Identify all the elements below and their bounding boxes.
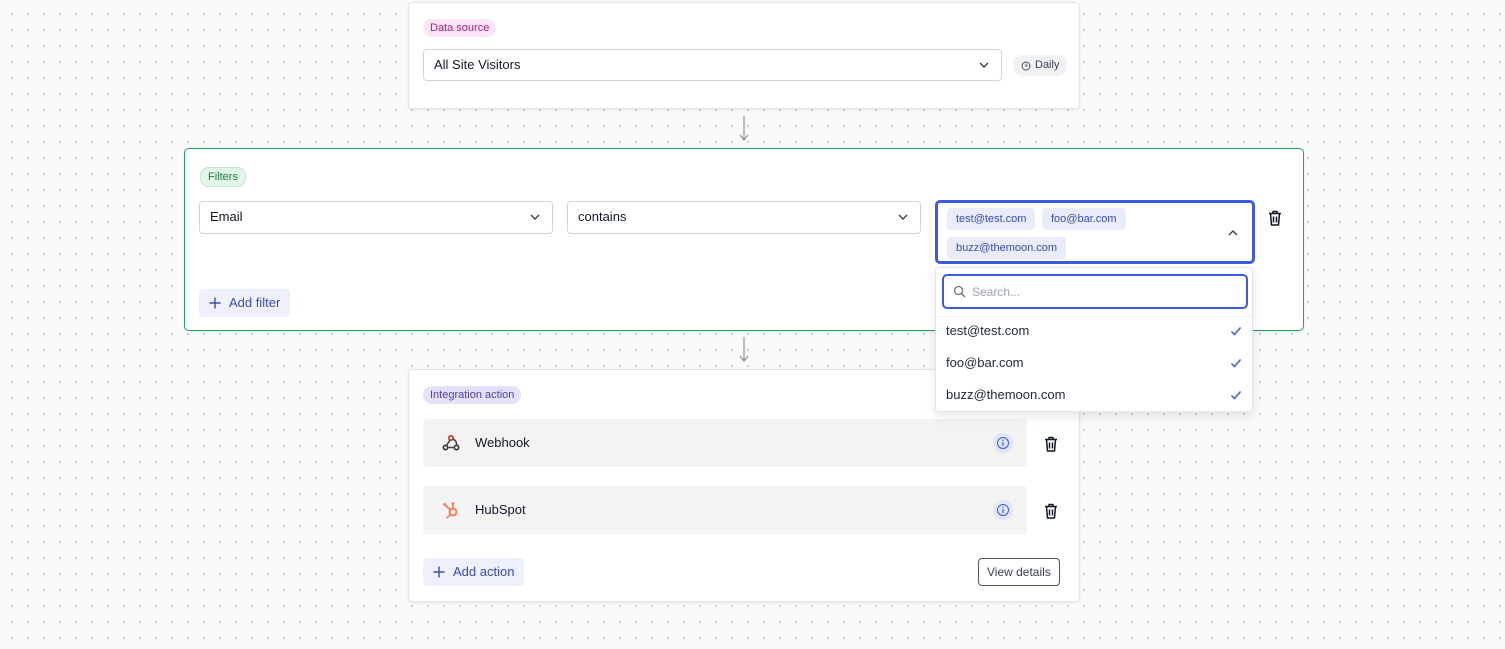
- delete-action-trash-icon[interactable]: [1042, 435, 1060, 453]
- delete-filter-trash-icon[interactable]: [1266, 209, 1284, 227]
- value-chip[interactable]: buzz@themoon.com: [947, 237, 1067, 259]
- hubspot-icon: [443, 502, 458, 519]
- value-chip[interactable]: foo@bar.com: [1042, 208, 1126, 230]
- filter-field-select[interactable]: Email: [199, 201, 553, 234]
- chevron-down-icon: [898, 214, 908, 220]
- checkmark-icon: [1230, 391, 1242, 400]
- action-row-webhook[interactable]: Webhook: [423, 419, 1027, 467]
- data-source-select-value: All Site Visitors: [434, 57, 521, 72]
- info-icon[interactable]: [993, 433, 1013, 453]
- plus-icon: [209, 297, 221, 309]
- filters-badge: Filters: [200, 167, 246, 187]
- action-row-hubspot[interactable]: HubSpot: [423, 486, 1027, 534]
- connector-arrow-icon: [739, 116, 749, 141]
- view-details-button[interactable]: View details: [978, 558, 1060, 586]
- option-label: buzz@themoon.com: [946, 387, 1066, 402]
- filter-field-value: Email: [210, 209, 243, 224]
- value-dropdown: test@test.com foo@bar.com buzz@themoon.c…: [935, 267, 1253, 412]
- data-source-badge: Data source: [423, 19, 497, 37]
- chevron-down-icon: [530, 214, 540, 220]
- option-label: foo@bar.com: [946, 355, 1024, 370]
- delete-action-trash-icon[interactable]: [1042, 502, 1060, 520]
- value-chip[interactable]: test@test.com: [947, 208, 1036, 230]
- plus-icon: [433, 566, 445, 578]
- option-label: test@test.com: [946, 323, 1030, 338]
- data-source-card: Data source All Site Visitors Daily: [408, 2, 1080, 109]
- filter-operator-value: contains: [578, 209, 627, 224]
- chevron-down-icon: [979, 62, 989, 68]
- search-box[interactable]: [942, 274, 1248, 309]
- add-action-label: Add action: [453, 564, 515, 579]
- checkmark-icon: [1230, 359, 1242, 368]
- dropdown-option[interactable]: buzz@themoon.com: [936, 379, 1252, 411]
- add-filter-button[interactable]: Add filter: [199, 289, 291, 317]
- clock-icon: [1021, 61, 1031, 70]
- checkmark-icon: [1230, 327, 1242, 336]
- chevron-up-icon[interactable]: [1227, 227, 1239, 239]
- search-icon: [953, 285, 966, 298]
- info-icon[interactable]: [993, 500, 1013, 520]
- action-label: HubSpot: [475, 502, 526, 517]
- webhook-icon: [442, 434, 460, 451]
- dropdown-option[interactable]: foo@bar.com: [936, 347, 1252, 379]
- data-source-select[interactable]: All Site Visitors: [423, 49, 1002, 81]
- dropdown-option[interactable]: test@test.com: [936, 315, 1252, 347]
- connector-arrow-icon: [739, 337, 749, 362]
- add-action-button[interactable]: Add action: [423, 558, 525, 586]
- search-input[interactable]: [972, 283, 1232, 301]
- add-filter-label: Add filter: [229, 295, 281, 310]
- filter-value-multiselect[interactable]: test@test.com foo@bar.com buzz@themoon.c…: [935, 200, 1255, 264]
- integration-action-badge: Integration action: [423, 386, 522, 404]
- schedule-badge: Daily: [1013, 55, 1068, 76]
- schedule-label: Daily: [1035, 59, 1060, 71]
- filter-operator-select[interactable]: contains: [567, 201, 921, 234]
- action-label: Webhook: [475, 435, 530, 450]
